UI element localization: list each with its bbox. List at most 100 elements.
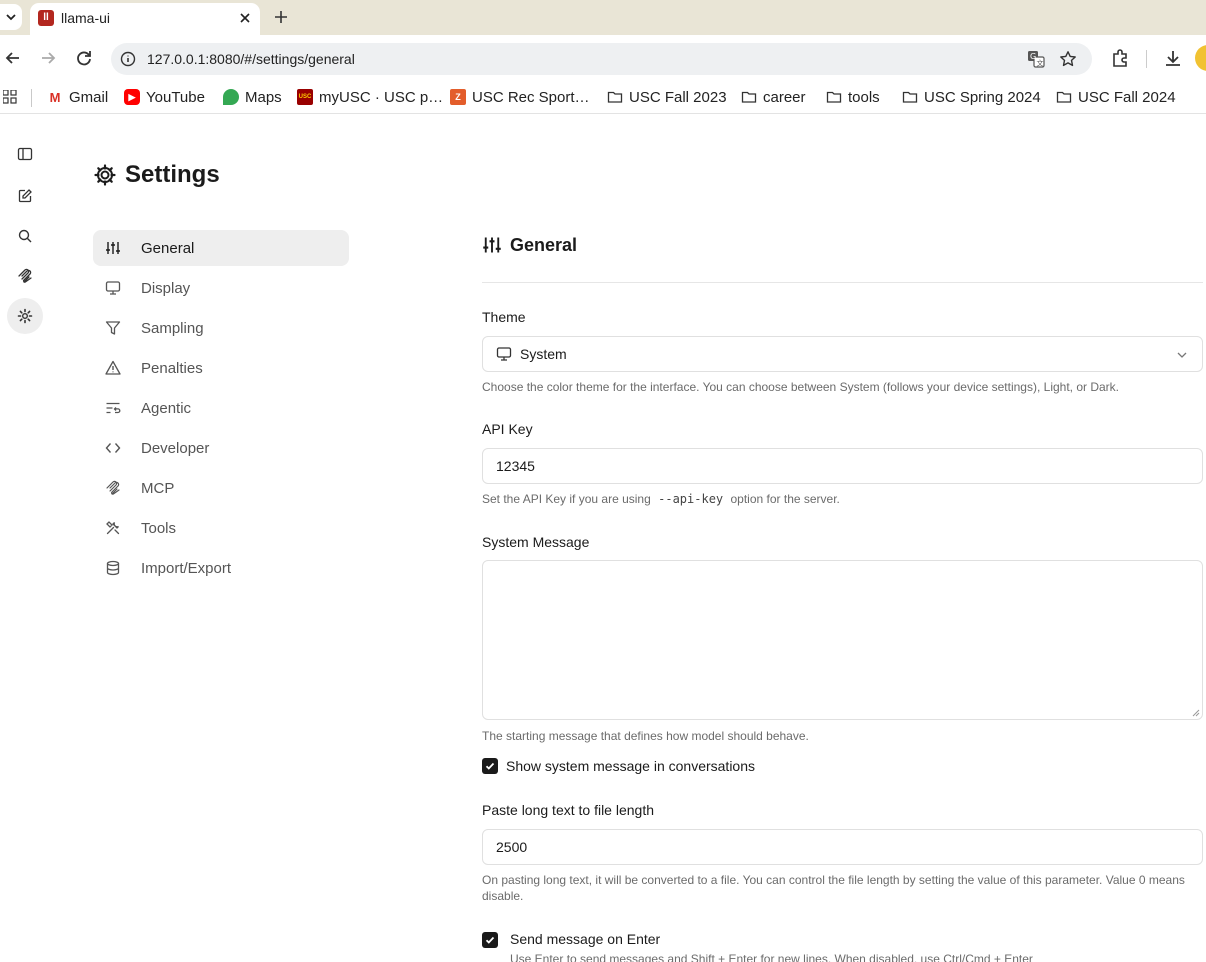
api-key-help: Set the API Key if you are using --api-k…: [482, 492, 840, 506]
mcp-icon: [106, 480, 120, 495]
list-loop-icon: [106, 402, 121, 414]
bookmark-folder-career[interactable]: career: [741, 87, 806, 107]
nav-item-sampling[interactable]: Sampling: [93, 310, 349, 346]
theme-select[interactable]: System: [482, 336, 1203, 372]
resize-handle-icon[interactable]: [1192, 709, 1200, 717]
star-icon[interactable]: [1059, 50, 1077, 68]
nav-item-developer[interactable]: Developer: [93, 430, 349, 466]
url-text[interactable]: 127.0.0.1:8080/#/settings/general: [147, 51, 355, 67]
nav-item-general[interactable]: General: [93, 230, 349, 266]
folder-icon: [826, 91, 842, 103]
plus-icon[interactable]: [272, 8, 290, 26]
mcp-icon: [18, 268, 32, 283]
address-bar[interactable]: 127.0.0.1:8080/#/settings/general G文: [111, 43, 1092, 75]
settings-header: Settings: [93, 160, 220, 190]
nav-item-display[interactable]: Display: [93, 270, 349, 306]
warning-icon: [105, 360, 121, 375]
api-key-value: 12345: [496, 458, 535, 474]
bookmarks-bar: M Gmail ▶ YouTube Maps USC myUSC · USC p… Z…: [0, 81, 1206, 114]
section-divider: [482, 282, 1203, 283]
new-chat-button[interactable]: [7, 178, 43, 214]
api-key-input[interactable]: 12345: [482, 448, 1203, 484]
system-message-textarea[interactable]: [482, 560, 1203, 720]
browser-tab-strip: ll llama-ui: [0, 0, 1206, 35]
theme-help: Choose the color theme for the interface…: [482, 380, 1120, 394]
gear-icon: [17, 308, 33, 324]
gmail-icon: M: [47, 89, 63, 105]
svg-text:文: 文: [1037, 59, 1044, 68]
browser-tab-active[interactable]: ll llama-ui: [30, 3, 260, 35]
bookmarks-separator: [31, 89, 32, 107]
section-header: General: [482, 230, 1203, 260]
bookmark-maps[interactable]: Maps: [223, 87, 282, 107]
nav-item-mcp[interactable]: MCP: [93, 470, 349, 506]
nav-item-tools[interactable]: Tools: [93, 510, 349, 546]
settings-button[interactable]: [7, 298, 43, 334]
theme-select-value: System: [520, 346, 567, 362]
bookmark-gmail[interactable]: M Gmail: [47, 87, 108, 107]
usc-icon: USC: [297, 89, 313, 105]
bookmark-folder-usc-fall-2024[interactable]: USC Fall 2024: [1056, 87, 1176, 107]
api-key-label: API Key: [482, 421, 533, 437]
mcp-button[interactable]: [7, 258, 43, 294]
bookmark-usc-rec[interactable]: Z USC Rec Sport…: [450, 87, 590, 107]
bookmark-folder-usc-spring-2024[interactable]: USC Spring 2024: [902, 87, 1041, 107]
chevron-down-icon: [1177, 352, 1187, 358]
apps-grid-icon[interactable]: [3, 90, 17, 104]
api-key-flag: --api-key: [658, 492, 724, 506]
checkmark-icon: [485, 762, 495, 770]
svg-text:G: G: [1030, 52, 1036, 61]
usc-rec-icon: Z: [450, 89, 466, 105]
llama-favicon-icon: ll: [38, 10, 54, 26]
show-system-message-checkbox[interactable]: [482, 758, 498, 774]
bookmark-youtube[interactable]: ▶ YouTube: [124, 87, 205, 107]
extensions-icon[interactable]: [1110, 48, 1130, 68]
system-message-help: The starting message that defines how mo…: [482, 729, 809, 743]
tools-icon: [106, 521, 120, 535]
folder-icon: [1056, 91, 1072, 103]
nav-item-import-export[interactable]: Import/Export: [93, 550, 349, 586]
sidebar-icon: [17, 147, 33, 161]
section-title: General: [510, 234, 578, 255]
paste-length-input[interactable]: 2500: [482, 829, 1203, 865]
paste-length-label: Paste long text to file length: [482, 802, 654, 818]
funnel-icon: [105, 321, 121, 335]
toggle-sidebar-button[interactable]: [7, 136, 43, 172]
bookmark-myusc[interactable]: USC myUSC · USC p…: [297, 87, 443, 107]
send-on-enter-help: Use Enter to send messages and Shift + E…: [510, 952, 1033, 962]
monitor-icon: [105, 281, 121, 295]
code-icon: [105, 443, 121, 453]
download-icon[interactable]: [1163, 48, 1183, 68]
paste-length-help: On pasting long text, it will be convert…: [482, 873, 1185, 903]
reload-icon[interactable]: [74, 48, 94, 68]
system-message-label: System Message: [482, 534, 590, 550]
app-icon-rail: [0, 118, 50, 962]
back-arrow-icon[interactable]: [3, 48, 23, 68]
sliders-icon: [106, 242, 120, 254]
send-on-enter-label: Send message on Enter: [510, 931, 661, 947]
browser-toolbar: 127.0.0.1:8080/#/settings/general G文: [0, 35, 1206, 81]
translate-icon[interactable]: G文: [1027, 50, 1045, 68]
gear-icon: [94, 164, 116, 186]
search-button[interactable]: [7, 218, 43, 254]
maps-icon: [223, 89, 239, 105]
nav-item-agentic[interactable]: Agentic: [93, 390, 349, 426]
folder-icon: [741, 91, 757, 103]
bookmark-folder-tools[interactable]: tools: [826, 87, 880, 107]
edit-icon: [18, 189, 32, 203]
site-info-icon[interactable]: [120, 51, 136, 67]
bookmark-folder-usc-fall-2023[interactable]: USC Fall 2023: [607, 87, 727, 107]
tab-search-button[interactable]: [0, 4, 22, 30]
folder-icon: [902, 91, 918, 103]
close-icon[interactable]: [237, 10, 253, 26]
monitor-icon: [496, 347, 512, 361]
show-system-message-label: Show system message in conversations: [506, 758, 755, 774]
nav-item-penalties[interactable]: Penalties: [93, 350, 349, 386]
profile-avatar[interactable]: [1195, 45, 1206, 71]
forward-arrow-icon[interactable]: [38, 48, 58, 68]
sliders-icon: [483, 237, 501, 253]
send-on-enter-checkbox[interactable]: [482, 932, 498, 948]
folder-icon: [607, 91, 623, 103]
settings-content: General Theme System Choose the color th…: [482, 230, 1203, 962]
toolbar-divider: [1146, 50, 1147, 68]
